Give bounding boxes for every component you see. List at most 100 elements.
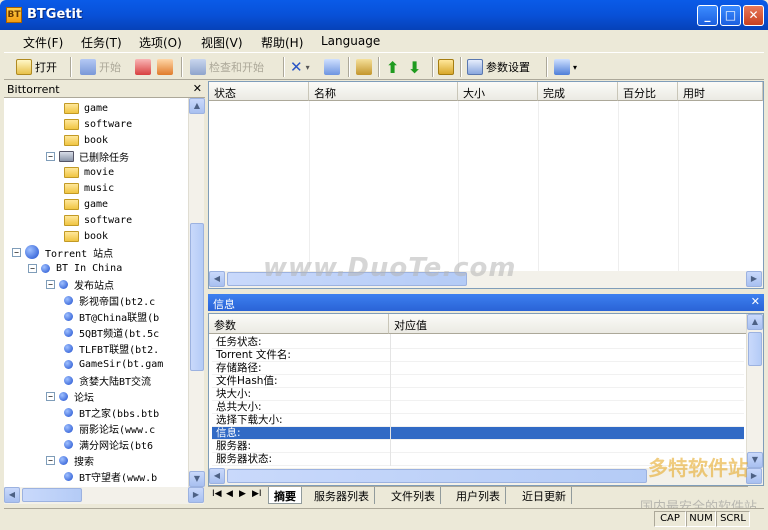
delete-button[interactable]: ✕ ▾ <box>290 57 310 77</box>
folder-button[interactable] <box>438 57 457 77</box>
move-up-button[interactable]: ⬆ <box>386 57 399 77</box>
scroll-thumb[interactable] <box>190 223 204 371</box>
collapse-icon[interactable]: − <box>46 151 55 161</box>
check-start-button[interactable]: 检查和开始 <box>190 57 264 77</box>
collapse-icon[interactable]: − <box>46 455 55 465</box>
col-complete[interactable]: 完成 <box>538 82 618 101</box>
info-panel-close-icon[interactable]: ✕ <box>751 295 760 308</box>
info-row[interactable]: Torrent 文件名: <box>212 349 744 362</box>
tree-node[interactable]: − 搜索 <box>46 452 94 468</box>
tree-node[interactable]: TLFBT联盟(bt2. <box>64 340 159 356</box>
remove-button[interactable] <box>157 57 176 77</box>
scroll-down-button[interactable]: ▼ <box>189 471 205 487</box>
tree-node[interactable]: music <box>64 180 114 196</box>
menu-task[interactable]: 任务(T) <box>81 34 122 51</box>
tree-node[interactable]: software <box>64 212 132 228</box>
edit-button[interactable] <box>356 57 375 77</box>
col-status[interactable]: 状态 <box>209 82 309 101</box>
tree-node[interactable]: BT@China联盟(b <box>64 308 159 324</box>
open-button[interactable]: 打开 <box>16 57 57 77</box>
tree-node[interactable]: 贪婪大陆BT交流 <box>64 372 151 388</box>
collapse-icon[interactable]: − <box>46 279 55 289</box>
col-param[interactable]: 参数 <box>209 314 389 334</box>
col-percent[interactable]: 百分比 <box>618 82 678 101</box>
stop-button[interactable] <box>135 57 154 77</box>
info-row[interactable]: 块大小: <box>212 388 744 401</box>
collapse-icon[interactable]: − <box>28 263 37 273</box>
menu-language[interactable]: Language <box>321 34 380 48</box>
menu-file[interactable]: 文件(F) <box>23 34 63 51</box>
category-tree[interactable]: game software book − 已删除任务 movie music game soft… <box>4 98 188 487</box>
tab-first-icon[interactable]: I◀ <box>212 489 222 499</box>
close-button[interactable]: ✕ <box>743 5 764 26</box>
menu-view[interactable]: 视图(V) <box>201 34 243 51</box>
scroll-thumb[interactable] <box>227 469 647 483</box>
clean-button[interactable] <box>324 57 343 77</box>
tab-summary[interactable]: 摘要 <box>268 487 302 504</box>
tree-node[interactable]: 5QBT频道(bt.5c <box>64 324 159 340</box>
scroll-thumb[interactable] <box>22 488 82 502</box>
tree-node[interactable]: 影视帝国(bt2.c <box>64 292 155 308</box>
tab-recent-updates[interactable]: 近日更新 <box>517 487 572 504</box>
info-row[interactable]: 文件Hash值: <box>212 375 744 388</box>
network-button[interactable]: ▾ <box>554 57 577 77</box>
tree-node-label: 5QBT频道(bt.5c <box>79 328 160 340</box>
info-param-label: 块大小: <box>216 388 252 400</box>
start-button[interactable]: 开始 <box>80 57 121 77</box>
col-value[interactable]: 对应值 <box>389 314 747 334</box>
info-row[interactable]: 信息: <box>212 427 744 440</box>
tree-node[interactable]: − Torrent 站点 <box>12 244 113 260</box>
move-down-button[interactable]: ⬇ <box>408 57 421 77</box>
tab-file-list[interactable]: 文件列表 <box>386 487 441 504</box>
settings-button[interactable]: 参数设置 <box>467 57 530 77</box>
tree-node[interactable]: game <box>64 196 108 212</box>
tree-node[interactable]: movie <box>64 164 114 180</box>
col-time[interactable]: 用时 <box>678 82 763 101</box>
tree-node[interactable]: book <box>64 132 108 148</box>
info-row[interactable]: 总共大小: <box>212 401 744 414</box>
col-name[interactable]: 名称 <box>309 82 458 101</box>
tab-server-list[interactable]: 服务器列表 <box>309 487 375 504</box>
tree-node[interactable]: 满分网论坛(bt6 <box>64 436 153 452</box>
scroll-right-button[interactable]: ▶ <box>188 487 204 503</box>
scroll-down-button[interactable]: ▼ <box>747 452 763 468</box>
collapse-icon[interactable]: − <box>12 247 21 257</box>
tree-node[interactable]: − 论坛 <box>46 388 94 404</box>
collapse-icon[interactable]: − <box>46 391 55 401</box>
tree-node[interactable]: − BT In China <box>28 260 122 276</box>
scroll-up-button[interactable]: ▲ <box>189 98 205 114</box>
menu-options[interactable]: 选项(O) <box>139 34 182 51</box>
tree-node[interactable]: game <box>64 100 108 116</box>
tree-node[interactable]: − 发布站点 <box>46 276 114 292</box>
tree-node[interactable]: − 已删除任务 <box>46 148 129 164</box>
scroll-left-button[interactable]: ◀ <box>209 271 225 287</box>
info-vertical-scrollbar[interactable]: ▲ ▼ <box>746 314 763 468</box>
col-size[interactable]: 大小 <box>458 82 538 101</box>
info-row[interactable]: 任务状态: <box>212 336 744 349</box>
scroll-left-button[interactable]: ◀ <box>4 487 20 503</box>
tree-node[interactable]: book <box>64 228 108 244</box>
info-row[interactable]: 存储路径: <box>212 362 744 375</box>
tree-node[interactable]: BT守望者(www.b <box>64 468 157 484</box>
scroll-up-button[interactable]: ▲ <box>747 314 763 330</box>
tree-node[interactable]: 丽影论坛(www.c <box>64 420 155 436</box>
minimize-button[interactable]: _ <box>697 5 718 26</box>
tab-next-icon[interactable]: ▶ <box>239 489 246 499</box>
info-row[interactable]: 选择下载大小: <box>212 414 744 427</box>
scroll-thumb[interactable] <box>748 332 762 366</box>
menu-help[interactable]: 帮助(H) <box>261 34 303 51</box>
tree-node[interactable]: software <box>64 116 132 132</box>
tree-vertical-scrollbar[interactable]: ▲ ▼ <box>188 98 205 487</box>
title-bar[interactable]: BT BTGetit _ □ ✕ <box>0 0 768 30</box>
left-panel-close-icon[interactable]: ✕ <box>193 82 202 95</box>
scroll-right-button[interactable]: ▶ <box>746 468 762 484</box>
tab-user-list[interactable]: 用户列表 <box>451 487 506 504</box>
tree-node[interactable]: GameSir(bt.gam <box>64 356 163 372</box>
tab-prev-icon[interactable]: ◀ <box>226 489 233 499</box>
tree-node[interactable]: BT之家(bbs.btb <box>64 404 159 420</box>
maximize-button[interactable]: □ <box>720 5 741 26</box>
scroll-left-button[interactable]: ◀ <box>209 468 225 484</box>
tab-last-icon[interactable]: ▶I <box>252 489 262 499</box>
tree-horizontal-scrollbar[interactable]: ◀ ▶ <box>4 487 204 504</box>
scroll-right-button[interactable]: ▶ <box>746 271 762 287</box>
